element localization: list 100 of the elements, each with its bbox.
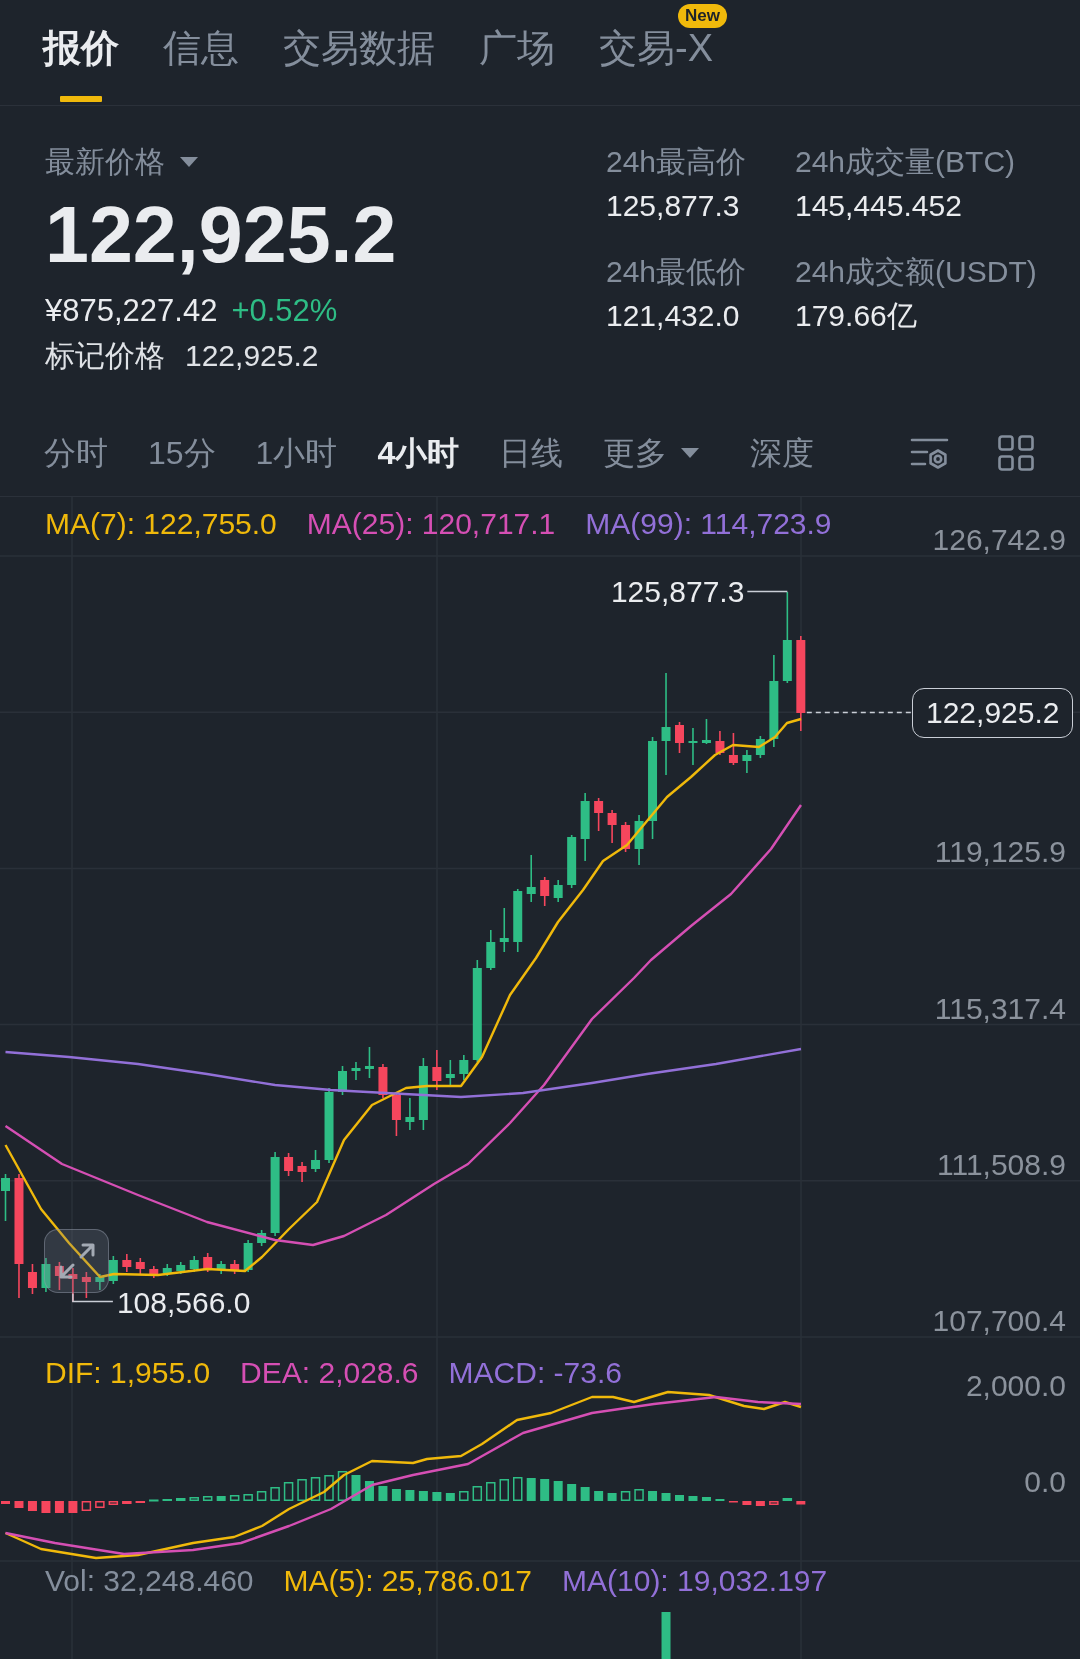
candlestick bbox=[257, 1229, 267, 1247]
grid-icon[interactable] bbox=[998, 435, 1034, 471]
candlestick bbox=[728, 732, 738, 766]
candlestick bbox=[81, 1271, 91, 1299]
candlestick bbox=[701, 718, 711, 745]
high-price-label: 125,877.3 bbox=[610, 574, 745, 609]
histogram-bar bbox=[108, 1501, 119, 1505]
histogram-bar bbox=[54, 1501, 64, 1513]
histogram-bar bbox=[755, 1501, 765, 1506]
macd-axis-label: 2,000.0 bbox=[965, 1369, 1066, 1403]
tab[interactable]: 信息 bbox=[163, 0, 239, 105]
caret-icon bbox=[681, 448, 700, 458]
stat-label: 24h最低价 bbox=[606, 254, 748, 290]
histogram-bar bbox=[297, 1479, 307, 1501]
price-axis-label: 111,508.9 bbox=[937, 1147, 1066, 1182]
expand-button[interactable] bbox=[44, 1229, 109, 1293]
candlestick bbox=[553, 879, 563, 903]
histogram-bar bbox=[432, 1492, 442, 1501]
histogram-bar bbox=[634, 1489, 644, 1501]
interval-tab[interactable]: 分时 bbox=[44, 433, 108, 473]
histogram-bar bbox=[27, 1501, 37, 1511]
low-price-label: 108,566.0 bbox=[116, 1286, 251, 1321]
candlestick bbox=[27, 1263, 37, 1295]
tab[interactable]: 广场 bbox=[479, 0, 555, 105]
histogram-bar bbox=[14, 1501, 24, 1508]
volume-legend: Vol: 32,248.460 bbox=[45, 1564, 254, 1598]
candlestick bbox=[526, 854, 536, 903]
candlestick bbox=[755, 735, 765, 759]
candlestick bbox=[351, 1061, 361, 1081]
histogram-bar bbox=[324, 1475, 334, 1501]
candlestick bbox=[513, 888, 523, 953]
macd-legend: MACD: -73.6 bbox=[448, 1356, 622, 1390]
candlestick bbox=[459, 1054, 469, 1081]
stat-label: 24h最高价 bbox=[606, 144, 748, 180]
candlestick bbox=[1, 1173, 10, 1222]
candlestick bbox=[311, 1149, 321, 1173]
interval-tab[interactable]: 深度 bbox=[750, 433, 815, 473]
candlestick bbox=[742, 749, 752, 774]
histogram-bar bbox=[270, 1487, 280, 1501]
macd-legend: DIF: 1,955.0 bbox=[45, 1356, 211, 1390]
histogram-bar bbox=[243, 1494, 253, 1501]
ma-legend: MA(99): 114,723.9 bbox=[585, 507, 832, 541]
histogram-bar bbox=[122, 1501, 132, 1504]
leader-line bbox=[746, 590, 789, 593]
candlestick bbox=[338, 1065, 347, 1096]
histogram-bar bbox=[782, 1498, 793, 1501]
stat-value: 179.66亿 bbox=[795, 298, 918, 334]
interval-tab[interactable]: 日线 bbox=[499, 433, 564, 473]
new-badge: New bbox=[678, 4, 727, 28]
current-price-tag: 122,925.2 bbox=[912, 687, 1074, 738]
histogram-bar bbox=[661, 1493, 671, 1501]
price-axis-label: 126,742.9 bbox=[932, 523, 1066, 557]
candlestick bbox=[405, 1097, 415, 1131]
histogram-bar bbox=[486, 1482, 496, 1501]
candlestick bbox=[540, 876, 550, 907]
histogram-bar bbox=[216, 1496, 226, 1501]
histogram-bar bbox=[459, 1491, 469, 1501]
histogram-bar bbox=[149, 1499, 159, 1502]
histogram-bar bbox=[378, 1486, 388, 1501]
price-type-dropdown[interactable]: 最新价格 bbox=[45, 142, 198, 182]
candlestick bbox=[607, 809, 617, 844]
histogram-bar bbox=[701, 1497, 711, 1501]
tab[interactable]: 报价 bbox=[43, 0, 119, 105]
candlestick bbox=[445, 1059, 455, 1086]
histogram-bar bbox=[499, 1479, 509, 1501]
price-change: +0.52% bbox=[231, 292, 338, 330]
ma-legend: MA(7): 122,755.0 bbox=[45, 507, 277, 541]
fiat-price: ¥875,227.42 bbox=[45, 292, 218, 330]
interval-tab[interactable]: 1小时 bbox=[255, 433, 338, 473]
candlestick bbox=[675, 721, 684, 754]
candlestick bbox=[594, 797, 604, 832]
candlestick bbox=[715, 730, 725, 756]
candlestick bbox=[203, 1252, 213, 1273]
interval-menu[interactable]: 更多 bbox=[603, 433, 711, 473]
tab[interactable]: 交易数据 bbox=[283, 0, 435, 105]
volume-legend: MA(5): 25,786.017 bbox=[283, 1564, 532, 1598]
candlestick bbox=[688, 727, 698, 766]
interval-tab[interactable]: 15分 bbox=[148, 433, 216, 473]
histogram-bar bbox=[337, 1471, 348, 1501]
histogram-bar bbox=[742, 1501, 752, 1505]
mark-price-label: 标记价格 bbox=[45, 338, 165, 374]
interval-tab[interactable]: 4小时 bbox=[377, 433, 460, 473]
histogram-bar bbox=[81, 1501, 92, 1511]
histogram-bar bbox=[405, 1490, 415, 1501]
candlestick bbox=[162, 1263, 172, 1277]
histogram-bar bbox=[607, 1493, 617, 1501]
leader-line bbox=[72, 1292, 114, 1303]
histogram-bar bbox=[567, 1484, 577, 1501]
candlestick bbox=[230, 1259, 240, 1275]
histogram-bar bbox=[540, 1479, 550, 1501]
candlestick bbox=[54, 1261, 64, 1291]
candlestick bbox=[149, 1265, 159, 1279]
candlestick bbox=[216, 1260, 226, 1275]
stat-label: 24h成交额(USDT) bbox=[795, 254, 1037, 290]
candlestick bbox=[108, 1255, 118, 1285]
histogram-bar bbox=[648, 1491, 658, 1501]
candlestick bbox=[567, 834, 577, 889]
histogram-bar bbox=[580, 1487, 590, 1501]
histogram-bar bbox=[418, 1491, 428, 1501]
candlestick bbox=[176, 1261, 186, 1275]
